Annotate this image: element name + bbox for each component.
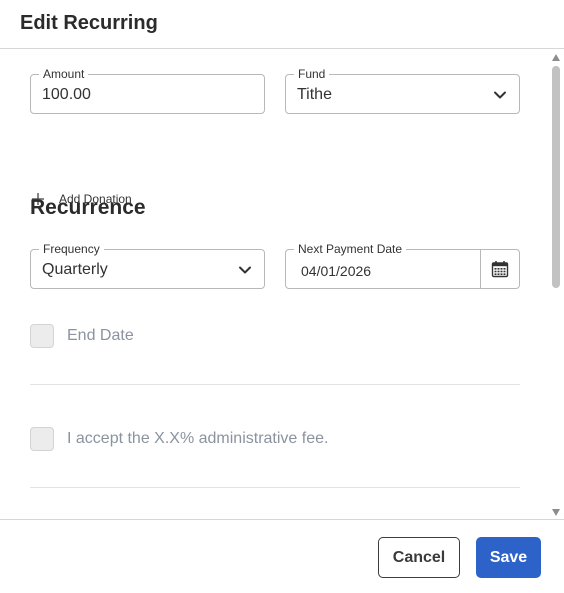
amount-input[interactable]: 100.00 [42, 85, 91, 105]
scroll-up-arrow-icon[interactable] [552, 54, 560, 61]
amount-label: Amount [39, 67, 89, 81]
save-button[interactable]: Save [476, 537, 541, 578]
recurrence-heading: Recurrence [30, 196, 146, 219]
dialog-content[interactable]: Amount 100.00 Fund Tithe Add Donation Re… [0, 49, 564, 519]
chevron-down-icon[interactable] [238, 263, 252, 277]
admin-fee-label: I accept the X.X% administrative fee. [67, 430, 329, 447]
admin-fee-checkbox[interactable] [30, 427, 54, 451]
end-date-label: End Date [67, 327, 134, 344]
calendar-button[interactable] [480, 250, 519, 288]
divider [30, 384, 520, 385]
calendar-icon [491, 261, 509, 278]
scroll-down-arrow-icon[interactable] [552, 509, 560, 516]
fund-select[interactable]: Fund Tithe [285, 67, 520, 114]
frequency-selected-value: Quarterly [42, 261, 108, 278]
end-date-checkbox[interactable] [30, 324, 54, 348]
chevron-down-icon[interactable] [493, 88, 507, 102]
divider [30, 487, 520, 488]
frequency-select[interactable]: Frequency Quarterly [30, 242, 265, 289]
frequency-label: Frequency [39, 242, 104, 256]
amount-field[interactable]: Amount 100.00 [30, 67, 265, 114]
scrollbar[interactable] [548, 49, 564, 519]
next-payment-date-field[interactable]: Next Payment Date 04/01/2026 [285, 242, 520, 289]
dialog-footer: Cancel Save [0, 519, 564, 593]
end-date-option[interactable]: End Date [30, 324, 134, 348]
dialog-title: Edit Recurring [20, 12, 158, 34]
fund-selected-value: Tithe [297, 86, 332, 103]
next-payment-date-label: Next Payment Date [294, 242, 407, 256]
fund-label: Fund [294, 67, 330, 81]
cancel-button[interactable]: Cancel [378, 537, 460, 578]
dialog-header: Edit Recurring [0, 0, 564, 49]
scrollbar-thumb[interactable] [552, 66, 560, 288]
next-payment-date-input[interactable]: 04/01/2026 [301, 261, 371, 281]
admin-fee-option[interactable]: I accept the X.X% administrative fee. [30, 427, 328, 451]
